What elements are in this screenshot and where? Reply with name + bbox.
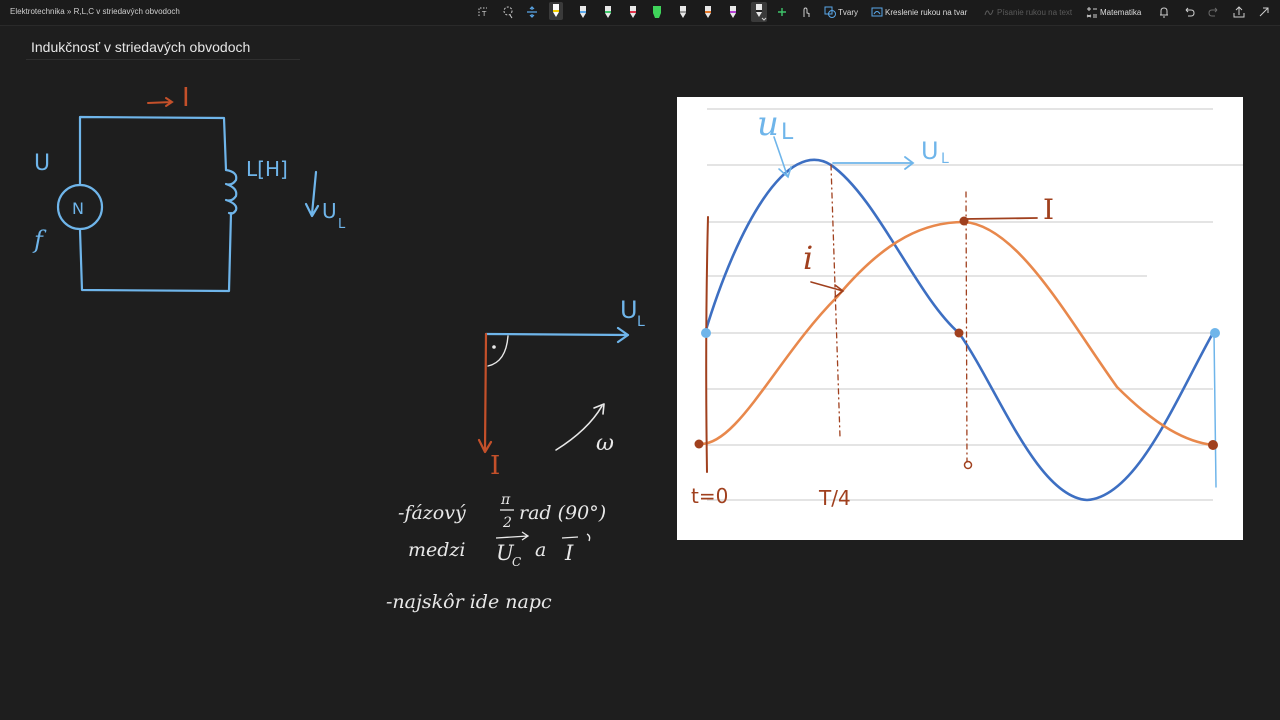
graph-label-i: i: [803, 239, 813, 277]
phasor-voltage-subscript: L: [637, 314, 645, 330]
inductor-voltage-subscript: L: [338, 217, 346, 232]
right-angle-marker: [487, 335, 509, 367]
notes-uc-subscript: C: [512, 555, 521, 569]
notes-pi-denominator: 2: [502, 515, 512, 531]
current-peak-dot: [959, 216, 969, 226]
notes-line1-rest: rad (90°): [519, 502, 606, 524]
notes-line2: medzi: [408, 539, 466, 561]
I-line: [963, 217, 1038, 220]
phasor-current-label: I: [490, 451, 500, 481]
inductance-label: L[H]: [246, 157, 288, 181]
graph-label-UL: U: [921, 137, 939, 165]
graph-label-uL-sub: L: [781, 120, 794, 145]
half-period-dot: [963, 460, 973, 470]
inductor-coil-symbol: [224, 168, 238, 215]
circuit-frequency-label: f: [32, 226, 47, 254]
waveform-graph[interactable]: u L U L I i t=0 T/4: [677, 97, 1243, 540]
circuit-diagram: [56, 115, 320, 293]
voltage-end-dot: [1210, 328, 1220, 338]
graph-label-T4: T/4: [818, 486, 851, 510]
graph-label-UL-sub: L: [941, 151, 949, 167]
inductor-voltage-arrow: [304, 170, 320, 218]
i-pointer: [810, 281, 845, 298]
wave-markers: [694, 136, 1220, 488]
current-arrow: [147, 97, 174, 107]
notes-line1: -fázový: [398, 502, 466, 524]
phasor-voltage-label: U: [620, 296, 638, 324]
notes-line2-a: a: [535, 539, 546, 561]
voltage-start-dot: [701, 328, 711, 338]
waveform-canvas: u L U L I i t=0 T/4: [691, 104, 1243, 510]
end-axis: [1213, 332, 1217, 488]
voltage-zero-dot: [954, 328, 964, 338]
ruled-lines: [707, 108, 1243, 501]
omega-label: ω: [596, 431, 614, 456]
voltage-source-label: N: [72, 199, 84, 218]
circuit-voltage-label: U: [34, 151, 50, 176]
notes-line2-i: I: [564, 541, 574, 565]
circuit-current-label: I: [182, 83, 190, 113]
graph-label-uL: u: [757, 104, 779, 144]
graph-label-t0: t=0: [691, 484, 728, 508]
handwritten-notes: -fázový π 2 rad (90°) medzi U C a I -naj…: [386, 492, 606, 613]
right-angle-dot: [492, 345, 496, 349]
time-axis: [705, 216, 709, 473]
notes-line3: -najskôr ide napc: [386, 591, 552, 613]
graph-label-I: I: [1043, 193, 1054, 226]
UL-arrow: [832, 156, 915, 170]
current-start-dot: [694, 439, 704, 449]
current-end-dot: [1208, 440, 1218, 450]
current-phasor-arrow: [477, 332, 493, 454]
notes-pi-numerator: π: [500, 492, 511, 508]
inductor-voltage-label: U: [322, 199, 337, 223]
half-period-line: [965, 191, 968, 463]
